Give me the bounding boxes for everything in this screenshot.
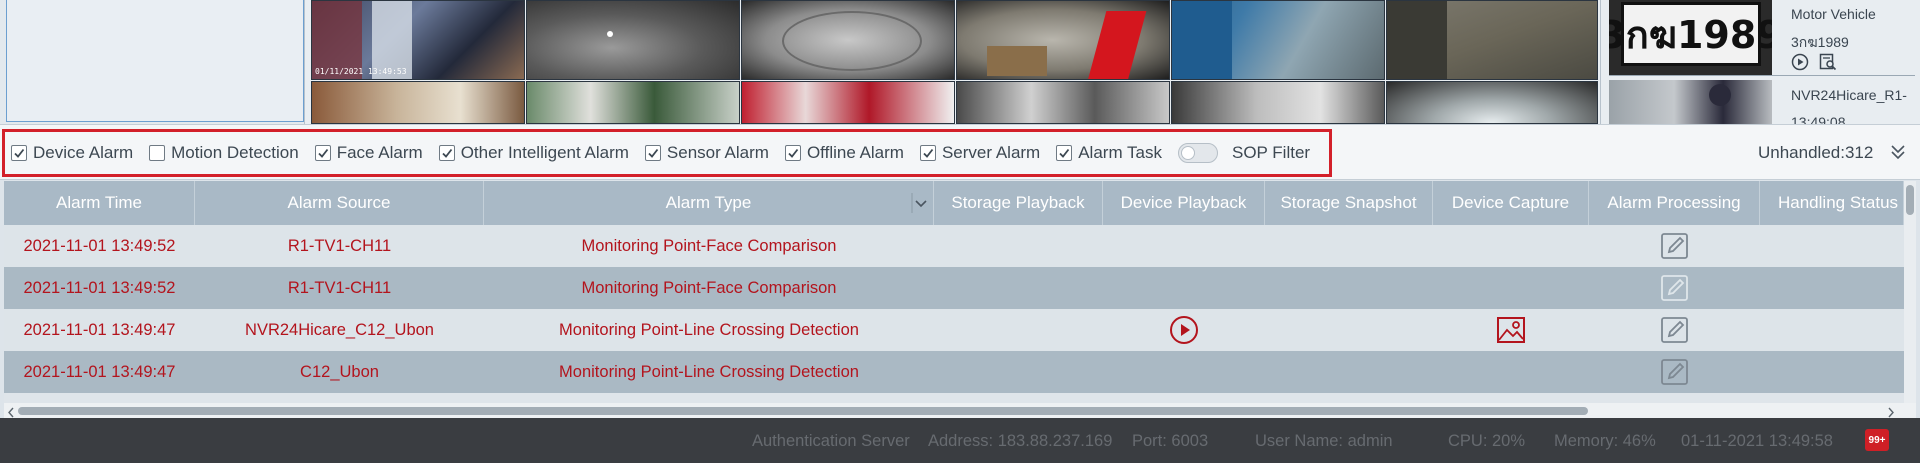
column-header[interactable]: Storage Playback bbox=[934, 181, 1103, 225]
cpu-usage: CPU: 20% bbox=[1448, 432, 1526, 450]
camera-tile-6[interactable] bbox=[1386, 0, 1598, 80]
collapse-icon[interactable] bbox=[1888, 142, 1908, 162]
snapshot-item[interactable]: NVR24Hicare_R1- 13:49:08 bbox=[1609, 80, 1915, 130]
server-address: Address: 183.88.237.169 bbox=[928, 432, 1113, 450]
camera-tile-4[interactable] bbox=[956, 0, 1170, 80]
snapshot-plate-text: 3กฆ1989 bbox=[1791, 34, 1849, 50]
scroll-left-icon[interactable] bbox=[6, 405, 16, 418]
column-header[interactable]: Handling Status bbox=[1760, 181, 1904, 225]
server-port: Port: 6003 bbox=[1132, 432, 1209, 450]
alarm-table: Alarm Time Alarm Source Alarm Type Stora… bbox=[4, 181, 1916, 418]
device-tree-panel bbox=[0, 0, 305, 124]
snapshot-type-label: Motor Vehicle bbox=[1791, 6, 1876, 22]
filter-device-alarm[interactable]: Device Alarm bbox=[11, 143, 133, 163]
camera-tile-2[interactable] bbox=[526, 0, 740, 80]
camera-timestamp: 01/11/2021 13:49:53 bbox=[315, 67, 407, 76]
checkbox[interactable] bbox=[149, 145, 166, 161]
alarm-filter-bar: Device Alarm Motion Detection Face Alarm… bbox=[0, 124, 1920, 180]
camera-tile-1[interactable]: 01/11/2021 13:49:53 bbox=[311, 0, 525, 80]
edit-icon[interactable] bbox=[1660, 315, 1690, 345]
filter-alarm-task[interactable]: Alarm Task bbox=[1056, 143, 1162, 163]
user-name: User Name: admin bbox=[1255, 432, 1393, 450]
checkbox[interactable] bbox=[314, 145, 331, 161]
filter-other-intelligent-alarm[interactable]: Other Intelligent Alarm bbox=[438, 143, 629, 163]
filter-motion-detection[interactable]: Motion Detection bbox=[149, 143, 299, 163]
table-header: Alarm Time Alarm Source Alarm Type Stora… bbox=[4, 181, 1904, 225]
camera-tile-8[interactable] bbox=[526, 81, 740, 124]
snapshot-source-label: NVR24Hicare_R1- bbox=[1791, 87, 1907, 103]
checkbox[interactable] bbox=[1056, 145, 1073, 161]
column-header[interactable]: Alarm Processing bbox=[1589, 181, 1760, 225]
server-label: Authentication Server bbox=[752, 432, 910, 450]
checkbox[interactable] bbox=[11, 145, 27, 161]
scroll-right-icon[interactable] bbox=[1886, 405, 1896, 418]
status-bar: Authentication Server Address: 183.88.23… bbox=[0, 418, 1920, 463]
column-header[interactable]: Device Capture bbox=[1433, 181, 1589, 225]
alarm-filter-group: Device Alarm Motion Detection Face Alarm… bbox=[2, 129, 1332, 177]
live-view-area: 01/11/2021 13:49:53 3กฆ1989 Motor Vehicl… bbox=[0, 0, 1920, 130]
column-header[interactable]: Alarm Source bbox=[195, 181, 484, 225]
filter-face-alarm[interactable]: Face Alarm bbox=[314, 143, 423, 163]
checkbox[interactable] bbox=[438, 145, 455, 161]
column-header[interactable]: Storage Snapshot bbox=[1265, 181, 1433, 225]
play-icon[interactable] bbox=[1169, 315, 1199, 345]
notification-badge[interactable]: 99+ bbox=[1865, 429, 1889, 451]
sop-filter-label: SOP Filter bbox=[1231, 143, 1311, 162]
checkbox[interactable] bbox=[919, 145, 936, 161]
image-icon[interactable] bbox=[1496, 316, 1526, 344]
table-row[interactable]: 2021-11-01 13:49:47 C12_Ubon Monitoring … bbox=[4, 351, 1904, 393]
camera-tile-7[interactable] bbox=[311, 81, 525, 124]
plate-snapshot-image: 3กฆ1989 bbox=[1609, 0, 1772, 75]
filter-offline-alarm[interactable]: Offline Alarm bbox=[784, 143, 904, 163]
table-row[interactable]: 2021-11-01 13:49:47 NVR24Hicare_C12_Ubon… bbox=[4, 309, 1904, 351]
horizontal-scroll-thumb[interactable] bbox=[18, 407, 1588, 415]
status-datetime: 01-11-2021 13:49:58 bbox=[1681, 432, 1833, 450]
camera-tile-3[interactable] bbox=[741, 0, 955, 80]
unhandled-count: Unhandled:312 bbox=[1758, 143, 1874, 162]
checkbox[interactable] bbox=[784, 145, 801, 161]
table-row[interactable]: 2021-11-01 13:49:52 R1-TV1-CH11 Monitori… bbox=[4, 267, 1904, 309]
camera-tile-10[interactable] bbox=[956, 81, 1170, 124]
dropdown-icon[interactable] bbox=[911, 193, 929, 213]
column-header[interactable]: Alarm Time bbox=[4, 181, 195, 225]
table-row[interactable]: 2021-11-01 13:49:52 R1-TV1-CH11 Monitori… bbox=[4, 225, 1904, 267]
search-image-icon[interactable] bbox=[1819, 53, 1837, 71]
filter-sensor-alarm[interactable]: Sensor Alarm bbox=[644, 143, 769, 163]
checkbox[interactable] bbox=[644, 145, 661, 161]
camera-tile-9[interactable] bbox=[741, 81, 955, 124]
filter-server-alarm[interactable]: Server Alarm bbox=[919, 143, 1040, 163]
edit-icon[interactable] bbox=[1660, 357, 1690, 387]
edit-icon[interactable] bbox=[1660, 231, 1690, 261]
play-icon[interactable] bbox=[1791, 53, 1809, 71]
snapshot-item[interactable]: 3กฆ1989 Motor Vehicle 3กฆ1989 bbox=[1609, 0, 1915, 76]
sop-filter-toggle[interactable] bbox=[1177, 143, 1218, 163]
horizontal-scrollbar[interactable] bbox=[4, 403, 1916, 418]
snapshot-list: 3กฆ1989 Motor Vehicle 3กฆ1989 NVR24Hicar… bbox=[1600, 0, 1920, 130]
memory-usage: Memory: 46% bbox=[1554, 432, 1656, 450]
edit-icon[interactable] bbox=[1660, 273, 1690, 303]
column-header-alarm-type[interactable]: Alarm Type bbox=[484, 181, 934, 225]
vertical-scrollbar[interactable] bbox=[1904, 181, 1916, 406]
camera-tile-5[interactable] bbox=[1171, 0, 1385, 80]
camera-tile-12[interactable] bbox=[1386, 81, 1598, 124]
camera-tile-11[interactable] bbox=[1171, 81, 1385, 124]
column-header[interactable]: Device Playback bbox=[1103, 181, 1265, 225]
person-snapshot-image bbox=[1609, 80, 1772, 124]
